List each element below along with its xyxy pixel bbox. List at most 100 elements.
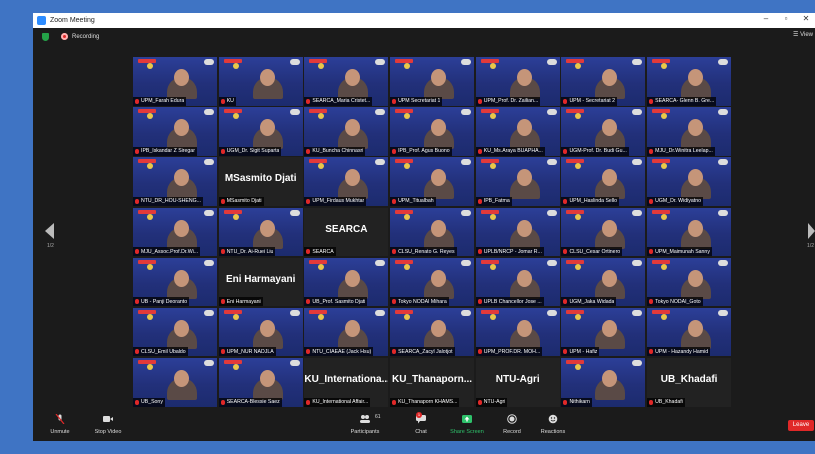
maximize-icon[interactable]: ▫ [779, 14, 793, 23]
minimize-icon[interactable]: – [759, 14, 773, 23]
participant-tile[interactable]: UPM_Haslinda Sello [561, 157, 646, 206]
mic-muted-icon [649, 349, 654, 355]
event-logo-icon [652, 59, 671, 63]
next-page-icon[interactable] [808, 223, 815, 239]
participant-tile[interactable]: UPM - Secretariat 2 [561, 57, 646, 106]
participant-tile[interactable]: UPM - Hazandy Hamid [647, 307, 732, 357]
mic-muted-icon [649, 198, 654, 204]
participant-tile[interactable]: UGM_Dr. Sigit Supartа [218, 107, 303, 156]
partner-logos-icon [289, 109, 300, 116]
participant-name: SEARCA [312, 248, 334, 255]
zoom-window: Zoom Meeting – ▫ ✕ Recording ☰ View 1/2 … [33, 13, 815, 441]
participant-tile[interactable]: UPM_NUR NADJLA [218, 307, 303, 357]
participant-tile[interactable]: UGM-Prof. Dr. Budi Gu... [561, 107, 646, 156]
leave-button[interactable]: Leave [788, 420, 814, 431]
partner-logos-icon [204, 259, 214, 266]
participant-tile[interactable]: NTU_Dr. Ai-Ruei Liu [218, 207, 303, 257]
unmute-button[interactable]: Unmute [45, 414, 75, 435]
participant-tile[interactable]: IPB_Fatma [475, 157, 560, 206]
participant-tile[interactable]: UPM_PROF.DR. MOH... [475, 307, 560, 357]
participant-tile[interactable]: UB_Khadafi UB_Khadafi [647, 358, 732, 407]
event-badge-icon [489, 63, 496, 69]
participant-tile[interactable]: UPM Secretariat 1 [390, 57, 475, 106]
partner-logos-icon [718, 309, 729, 316]
participant-tile[interactable]: UPM - Hafiz [561, 307, 646, 357]
mic-muted-icon [477, 399, 482, 405]
participant-name: SEARCA-Blessie Saez [226, 399, 280, 406]
participant-tile[interactable]: CLSU_Renato G. Reyes [390, 207, 475, 257]
mic-muted-icon [220, 198, 225, 204]
participant-tile[interactable]: Tokyo NODAI Mihara [390, 257, 475, 307]
participant-tile[interactable]: MSasmito Djati MSasmito Djati [218, 157, 303, 206]
participant-tile[interactable]: MJU_Assoc.Prof.Dr.Wi... [133, 207, 217, 257]
partner-logos-icon [289, 309, 300, 316]
participants-label: Participants [350, 429, 380, 435]
participant-name-tag: UGM_Jaka Widada [561, 297, 617, 307]
previous-page-icon[interactable] [45, 223, 54, 239]
participant-tile[interactable]: UPM_Prof. Dr. Zailian... [475, 57, 560, 106]
participant-name: IPB_Fatma [483, 198, 510, 205]
event-logo-icon [652, 259, 671, 264]
participant-tile[interactable]: UB_Prof. Sasmito Djati [304, 257, 389, 307]
participant-tile[interactable]: MJU_Dr.Winitra Leelap... [647, 107, 732, 156]
mic-muted-icon [306, 198, 311, 204]
event-logo-icon [138, 360, 156, 365]
participant-tile[interactable]: UPLB/NRCP - Jomar R... [475, 207, 560, 257]
participant-tile[interactable]: KU_Internationa... KU_International Affai… [304, 358, 389, 407]
event-logo-icon [223, 209, 242, 214]
participant-name-tag: KU_International Affair... [304, 397, 371, 407]
participants-button[interactable]: 61 Participants [345, 414, 385, 435]
participant-tile[interactable]: SEARCA_Maria Cristet... [304, 57, 389, 106]
record-button[interactable]: Record [498, 414, 526, 435]
partner-logos-icon [718, 59, 729, 65]
participant-tile[interactable]: SEARCA_Zacyl Jalotjot [390, 307, 475, 357]
partner-logos-icon [375, 109, 386, 116]
participant-name-tag: MJU_Assoc.Prof.Dr.Wi... [133, 247, 201, 257]
participant-tile[interactable]: SEARCA-Blessie Saez [218, 358, 303, 407]
view-button[interactable]: ☰ View [793, 31, 813, 38]
participant-tile[interactable]: KU_Thanaporn... KU_Thanaporn KHAMS... [390, 358, 475, 407]
participant-tile[interactable]: UB_Sony [133, 358, 217, 407]
security-shield-icon[interactable] [42, 32, 49, 41]
share-screen-button[interactable]: Share Screen [447, 414, 487, 435]
participant-name-tag: SEARCA- Glenn B. Gre... [647, 96, 717, 106]
participant-name-tag: UGM_Dr. Widiyatno [647, 196, 703, 206]
participant-tile[interactable]: IPB_Iskandar Z Siregar [133, 107, 217, 156]
unmute-label: Unmute [50, 429, 70, 435]
participant-name: UPM_Firdaus Mukhtar [312, 198, 365, 205]
stop-video-button[interactable]: Stop Video [88, 414, 128, 435]
event-logo-icon [480, 59, 499, 63]
participant-display-name: MSasmito Djati [224, 173, 297, 185]
participant-tile[interactable]: CLSU_Cesar Ortinero [561, 207, 646, 257]
participant-tile[interactable]: UPM_Maimunah Sanny [647, 207, 732, 257]
participant-tile[interactable]: KU_Ms.Araya BUAPHA... [475, 107, 560, 156]
participant-name: UPM_Prof. Dr. Zailian... [483, 98, 539, 104]
participant-tile[interactable]: UPM_Firdaus Mukhtar [304, 157, 389, 206]
participant-display-name: NTU-Agri [495, 374, 540, 386]
participant-name-tag: SEARCA-Blessie Saez [218, 397, 282, 407]
reactions-button[interactable]: Reactions [536, 414, 570, 435]
participant-tile[interactable]: UGM_Dr. Widiyatno [647, 157, 732, 206]
participant-tile[interactable]: NTU_DR_HOU-SHENG... [133, 157, 217, 206]
participant-tile[interactable]: SEARCA SEARCA [304, 207, 389, 257]
participant-tile[interactable]: NTU-Agri NTU-Agri [475, 358, 560, 407]
participant-tile[interactable]: KU [218, 57, 303, 106]
participant-tile[interactable]: KU_Buncha Chinnasri [304, 107, 389, 156]
participant-tile[interactable]: UPLB Chancellor Jose ... [475, 257, 560, 307]
close-icon[interactable]: ✕ [799, 14, 813, 23]
participant-tile[interactable]: UB - Panji Deoranto [133, 257, 217, 307]
partner-logos-icon [461, 59, 472, 65]
chat-button[interactable]: 1 Chat [406, 412, 436, 435]
participant-tile[interactable]: Tokyo NODAI_Goto [647, 257, 732, 307]
participant-name: CLSU_Renato G. Reyes [398, 248, 455, 255]
participant-tile[interactable]: UPM_Farah Edura [133, 57, 217, 106]
participant-tile[interactable]: NTU_CIAEAE (Jack Hsu) [304, 307, 389, 357]
participant-tile[interactable]: CLSU_Emil Ubaldo [133, 307, 217, 357]
participant-tile[interactable]: UPM_Titualbah [390, 157, 475, 206]
participant-tile[interactable]: UGM_Jaka Widada [561, 257, 646, 307]
participant-tile[interactable]: SEARCA- Glenn B. Gre... [647, 57, 732, 106]
recording-label: Recording [72, 33, 100, 40]
participant-tile[interactable]: Nithikarn [561, 358, 646, 407]
participant-tile[interactable]: Eni Harmayani Eni Harmayani [218, 257, 303, 307]
participant-tile[interactable]: IPB_Prof. Agus Buono [390, 107, 475, 156]
